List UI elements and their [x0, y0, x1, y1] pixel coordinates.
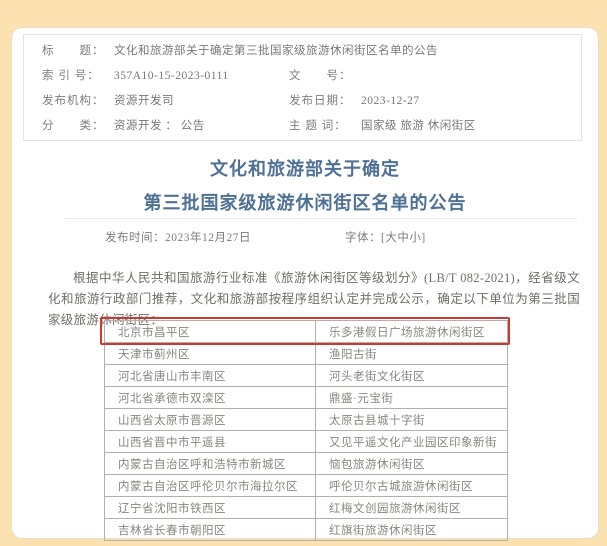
page-title-line1: 文化和旅游部关于确定 [12, 152, 598, 186]
street-cell: 又见平遥文化产业园区印象新街 [316, 431, 508, 453]
region-cell: 内蒙古自治区呼伦贝尔市海拉尔区 [105, 475, 316, 497]
meta-label-category: 分 类： [42, 117, 114, 133]
street-cell: 鼎盛·元宝街 [316, 387, 508, 409]
region-cell: 吉林省长春市朝阳区 [105, 519, 316, 541]
meta-row-index: 索 引 号： 357A10-15-2023-0111 文 号： [24, 63, 581, 88]
table-row: 内蒙古自治区呼伦贝尔市海拉尔区呼伦贝尔古城旅游休闲街区 [105, 475, 508, 497]
table-row: 内蒙古自治区呼和浩特市新城区恼包旅游休闲街区 [105, 453, 508, 475]
page-title: 文化和旅游部关于确定 第三批国家级旅游休闲街区名单的公告 [12, 152, 598, 220]
meta-label-agency: 发布机构： [42, 92, 114, 108]
font-size-label: 字体： [345, 232, 381, 244]
region-cell: 河北省唐山市丰南区 [105, 365, 316, 387]
meta-cell-category: 分 类： 资源开发 ： 公告 [24, 117, 289, 133]
meta-row-category: 分 类： 资源开发 ： 公告 主 题 词： 国家级 旅游 休闲街区 [24, 112, 581, 137]
title-divider [65, 218, 577, 219]
table-row: 河北省承德市双滦区鼎盛·元宝街 [105, 387, 508, 409]
street-cell: 恼包旅游休闲街区 [316, 453, 508, 475]
meta-value-category: 资源开发 ： 公告 [114, 117, 205, 133]
meta-cell-title: 标 题： 文化和旅游部关于确定第三批国家级旅游休闲街区名单的公告 [24, 42, 581, 58]
meta-cell-agency: 发布机构： 资源开发司 [24, 92, 289, 108]
meta-row-title: 标 题： 文化和旅游部关于确定第三批国家级旅游休闲街区名单的公告 [24, 38, 581, 63]
region-cell: 天津市蓟州区 [105, 343, 316, 365]
publish-time-value: 2023年12月27日 [165, 232, 251, 244]
street-cell: 太原古县城十字街 [316, 409, 508, 431]
table-row: 辽宁省沈阳市铁西区红梅文创园旅游休闲街区 [105, 497, 508, 519]
publish-time: 发布时间：2023年12月27日 [105, 229, 251, 245]
meta-label-publish-date: 发布日期： [289, 92, 361, 108]
region-cell: 辽宁省沈阳市铁西区 [105, 497, 316, 519]
region-cell: 山西省太原市晋源区 [105, 409, 316, 431]
street-cell: 红旗街旅游休闲街区 [316, 519, 508, 541]
meta-cell-index-number: 索 引 号： 357A10-15-2023-0111 [24, 67, 289, 83]
meta-cell-doc-number: 文 号： [289, 67, 581, 83]
streets-table-wrap: 北京市昌平区乐多港假日广场旅游休闲街区天津市蓟州区渔阳古街河北省唐山市丰南区河头… [104, 320, 508, 541]
meta-cell-publish-date: 发布日期： 2023-12-27 [289, 92, 581, 108]
street-cell: 河头老街文化街区 [316, 365, 508, 387]
font-size-options[interactable]: [大中小] [381, 232, 426, 244]
table-row: 北京市昌平区乐多港假日广场旅游休闲街区 [105, 321, 508, 343]
font-size-selector[interactable]: 字体：[大中小] [345, 229, 426, 245]
publish-time-label: 发布时间： [105, 232, 165, 244]
meta-value-publish-date: 2023-12-27 [361, 95, 420, 107]
street-cell: 红梅文创园旅游休闲街区 [316, 497, 508, 519]
table-row: 天津市蓟州区渔阳古街 [105, 343, 508, 365]
publish-bar: 发布时间：2023年12月27日 字体：[大中小] [12, 229, 598, 247]
region-cell: 河北省承德市双滦区 [105, 387, 316, 409]
table-row: 山西省晋中市平遥县又见平遥文化产业园区印象新街 [105, 431, 508, 453]
meta-value-agency: 资源开发司 [114, 92, 174, 108]
screenshot-canvas: { "page": { "background_color": "#fbe2b0… [0, 0, 607, 546]
street-cell: 渔阳古街 [316, 343, 508, 365]
street-cell: 呼伦贝尔古城旅游休闲街区 [316, 475, 508, 497]
region-cell: 内蒙古自治区呼和浩特市新城区 [105, 453, 316, 475]
meta-cell-keywords: 主 题 词： 国家级 旅游 休闲街区 [289, 117, 581, 133]
meta-label-title: 标 题： [42, 42, 114, 58]
street-cell: 乐多港假日广场旅游休闲街区 [316, 321, 508, 343]
meta-label-keywords: 主 题 词： [289, 117, 361, 133]
meta-row-agency: 发布机构： 资源开发司 发布日期： 2023-12-27 [24, 88, 581, 113]
table-row: 山西省太原市晋源区太原古县城十字街 [105, 409, 508, 431]
meta-value-title: 文化和旅游部关于确定第三批国家级旅游休闲街区名单的公告 [114, 42, 438, 58]
meta-value-keywords: 国家级 旅游 休闲街区 [361, 117, 476, 133]
meta-value-index-number: 357A10-15-2023-0111 [114, 70, 229, 82]
document-paper: 标 题： 文化和旅游部关于确定第三批国家级旅游休闲街区名单的公告 索 引 号： … [12, 28, 598, 538]
table-row: 吉林省长春市朝阳区红旗街旅游休闲街区 [105, 519, 508, 541]
metadata-panel: 标 题： 文化和旅游部关于确定第三批国家级旅游休闲街区名单的公告 索 引 号： … [23, 34, 582, 141]
streets-table: 北京市昌平区乐多港假日广场旅游休闲街区天津市蓟州区渔阳古街河北省唐山市丰南区河头… [104, 320, 508, 541]
meta-label-index-number: 索 引 号： [42, 67, 114, 83]
region-cell: 北京市昌平区 [105, 321, 316, 343]
region-cell: 山西省晋中市平遥县 [105, 431, 316, 453]
page-title-line2: 第三批国家级旅游休闲街区名单的公告 [12, 186, 598, 220]
meta-label-doc-number: 文 号： [289, 67, 361, 83]
table-row: 河北省唐山市丰南区河头老街文化街区 [105, 365, 508, 387]
